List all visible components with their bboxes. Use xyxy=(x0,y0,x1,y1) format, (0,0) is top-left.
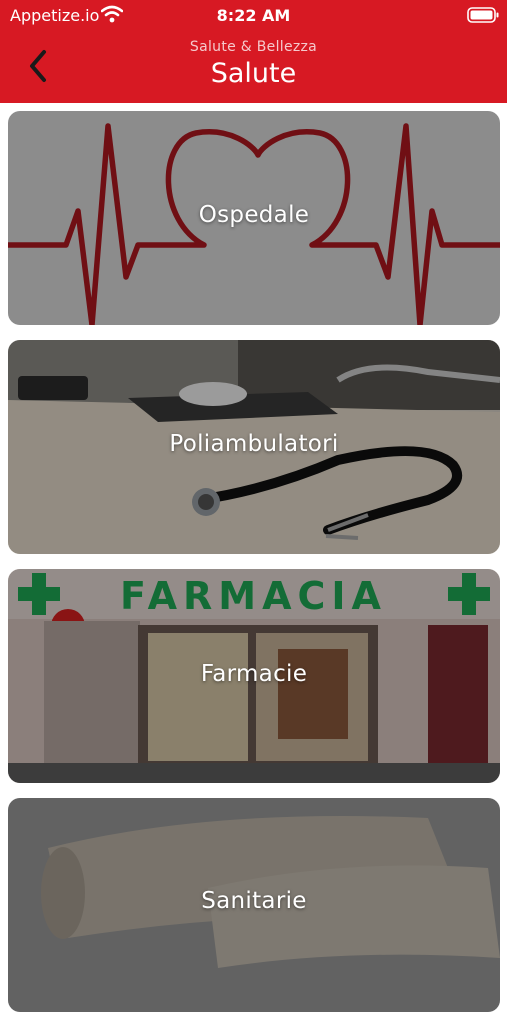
category-card-sanitarie[interactable]: Sanitarie xyxy=(8,798,500,1012)
app-header: Appetize.io 8:22 AM Salute & Bellezza Sa… xyxy=(0,0,507,103)
category-card-poliambulatori[interactable]: Poliambulatori xyxy=(8,340,500,554)
battery-icon xyxy=(467,7,499,23)
page-title: Salute xyxy=(210,58,297,89)
category-card-ospedale[interactable]: Ospedale xyxy=(8,111,500,325)
status-time: 8:22 AM xyxy=(216,6,291,25)
category-label: Ospedale xyxy=(198,202,310,228)
category-label: Sanitarie xyxy=(201,888,307,914)
category-label: Poliambulatori xyxy=(169,431,339,457)
category-label: Farmacie xyxy=(200,661,308,687)
category-card-farmacie[interactable]: FARMACIA Farmacie xyxy=(8,569,500,783)
header-subtitle: Salute & Bellezza xyxy=(189,39,318,55)
status-bar: Appetize.io 8:22 AM xyxy=(0,0,507,30)
